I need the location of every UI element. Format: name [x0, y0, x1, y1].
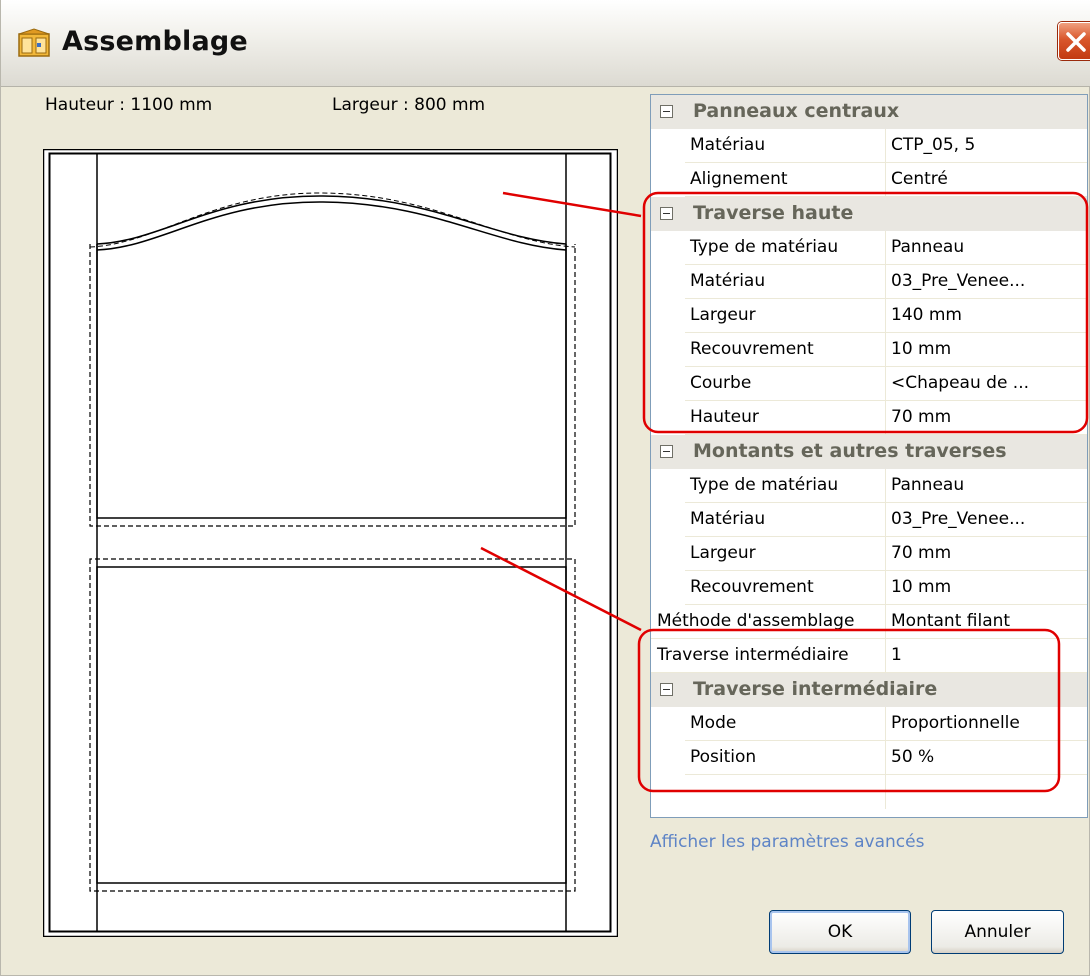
property-row[interactable]: Type de matériau Panneau	[651, 231, 1087, 265]
property-row[interactable]: Largeur 140 mm	[651, 299, 1087, 333]
property-row[interactable]: Recouvrement 10 mm	[651, 333, 1087, 367]
property-grid[interactable]: Panneaux centraux Matériau CTP_05, 5 Aligne…	[650, 94, 1088, 818]
property-row[interactable]: Matériau 03_Pre_Venee...	[651, 265, 1087, 299]
property-name: Largeur	[685, 537, 886, 571]
property-value[interactable]: CTP_05, 5	[886, 129, 1087, 163]
cabinet-door-icon	[18, 28, 50, 57]
row-gutter	[651, 367, 685, 401]
row-gutter	[651, 333, 685, 367]
property-value[interactable]: Proportionnelle	[886, 707, 1087, 741]
property-row[interactable]: Recouvrement 10 mm	[651, 571, 1087, 605]
property-value[interactable]: 70 mm	[886, 537, 1087, 571]
ok-button[interactable]: OK	[769, 910, 911, 954]
collapse-icon[interactable]	[660, 105, 673, 118]
category-row[interactable]: Traverse intermédiaire	[651, 673, 1087, 707]
property-name: Mode	[685, 707, 886, 741]
category-row[interactable]: Montants et autres traverses	[651, 435, 1087, 469]
property-name: Matériau	[685, 265, 886, 299]
property-name: Type de matériau	[685, 469, 886, 503]
assemblage-dialog: Assemblage Hauteur : 1100 mm Largeur : 8…	[0, 0, 1090, 976]
property-name: Recouvrement	[685, 333, 886, 367]
row-gutter	[651, 775, 685, 809]
category-label: Panneaux centraux	[693, 100, 900, 122]
row-gutter	[651, 707, 685, 741]
property-value[interactable]: 50 %	[886, 741, 1087, 775]
property-value[interactable]: 10 mm	[886, 571, 1087, 605]
property-value[interactable]: 03_Pre_Venee...	[886, 265, 1087, 299]
property-row[interactable]: Courbe <Chapeau de ...	[651, 367, 1087, 401]
property-row[interactable]: Largeur 70 mm	[651, 537, 1087, 571]
empty-row[interactable]	[651, 775, 1087, 809]
property-value[interactable]: Panneau	[886, 469, 1087, 503]
property-row[interactable]: Hauteur 70 mm	[651, 401, 1087, 435]
property-value[interactable]	[886, 775, 1087, 809]
cancel-button[interactable]: Annuler	[931, 910, 1064, 954]
collapse-icon[interactable]	[660, 683, 673, 696]
category-row[interactable]: Traverse haute	[651, 197, 1087, 231]
property-value[interactable]: Centré	[886, 163, 1087, 197]
category-row[interactable]: Panneaux centraux	[651, 95, 1087, 129]
property-value[interactable]: 03_Pre_Venee...	[886, 503, 1087, 537]
close-button[interactable]	[1058, 22, 1090, 60]
property-value[interactable]: 140 mm	[886, 299, 1087, 333]
property-row[interactable]: Mode Proportionnelle	[651, 707, 1087, 741]
category-label: Traverse haute	[693, 202, 854, 224]
row-gutter	[651, 503, 685, 537]
property-row[interactable]: Matériau 03_Pre_Venee...	[651, 503, 1087, 537]
window-title: Assemblage	[62, 26, 248, 57]
category-label: Traverse intermédiaire	[693, 678, 938, 700]
row-gutter	[651, 265, 685, 299]
property-name: Type de matériau	[685, 231, 886, 265]
category-label: Montants et autres traverses	[693, 440, 1007, 462]
property-value[interactable]: 70 mm	[886, 401, 1087, 435]
property-name: Largeur	[685, 299, 886, 333]
property-name: Courbe	[685, 367, 886, 401]
row-gutter	[651, 537, 685, 571]
row-gutter	[651, 231, 685, 265]
property-name: Position	[685, 741, 886, 775]
property-name: Méthode d'assemblage	[651, 605, 886, 639]
property-name: Recouvrement	[685, 571, 886, 605]
row-gutter	[651, 401, 685, 435]
collapse-icon[interactable]	[660, 445, 673, 458]
property-name: Matériau	[685, 503, 886, 537]
title-bar[interactable]: Assemblage	[1, 0, 1090, 87]
advanced-settings-link[interactable]: Afficher les paramètres avancés	[650, 832, 924, 852]
property-value[interactable]: <Chapeau de ...	[886, 367, 1087, 401]
property-name: Matériau	[685, 129, 886, 163]
property-name: Hauteur	[685, 401, 886, 435]
height-label: Hauteur : 1100 mm	[45, 95, 213, 115]
property-row[interactable]: Méthode d'assemblage Montant filant	[651, 605, 1087, 639]
row-gutter	[651, 469, 685, 503]
property-row[interactable]: Matériau CTP_05, 5	[651, 129, 1087, 163]
property-value[interactable]: Panneau	[886, 231, 1087, 265]
width-label: Largeur : 800 mm	[332, 95, 486, 115]
property-value[interactable]: 1	[886, 639, 1087, 673]
door-outline	[48, 152, 612, 933]
collapse-icon[interactable]	[660, 207, 673, 220]
row-gutter	[651, 571, 685, 605]
property-name: Alignement	[685, 163, 886, 197]
property-row[interactable]: Alignement Centré	[651, 163, 1087, 197]
property-name	[685, 775, 886, 809]
property-value[interactable]: Montant filant	[886, 605, 1087, 639]
row-gutter	[651, 129, 685, 163]
close-icon	[1066, 32, 1086, 52]
row-gutter	[651, 163, 685, 197]
property-row[interactable]: Type de matériau Panneau	[651, 469, 1087, 503]
property-row[interactable]: Position 50 %	[651, 741, 1087, 775]
property-name: Traverse intermédiaire	[651, 639, 886, 673]
property-value[interactable]: 10 mm	[886, 333, 1087, 367]
door-preview	[43, 149, 618, 937]
row-gutter	[651, 741, 685, 775]
property-row[interactable]: Traverse intermédiaire 1	[651, 639, 1087, 673]
row-gutter	[651, 299, 685, 333]
